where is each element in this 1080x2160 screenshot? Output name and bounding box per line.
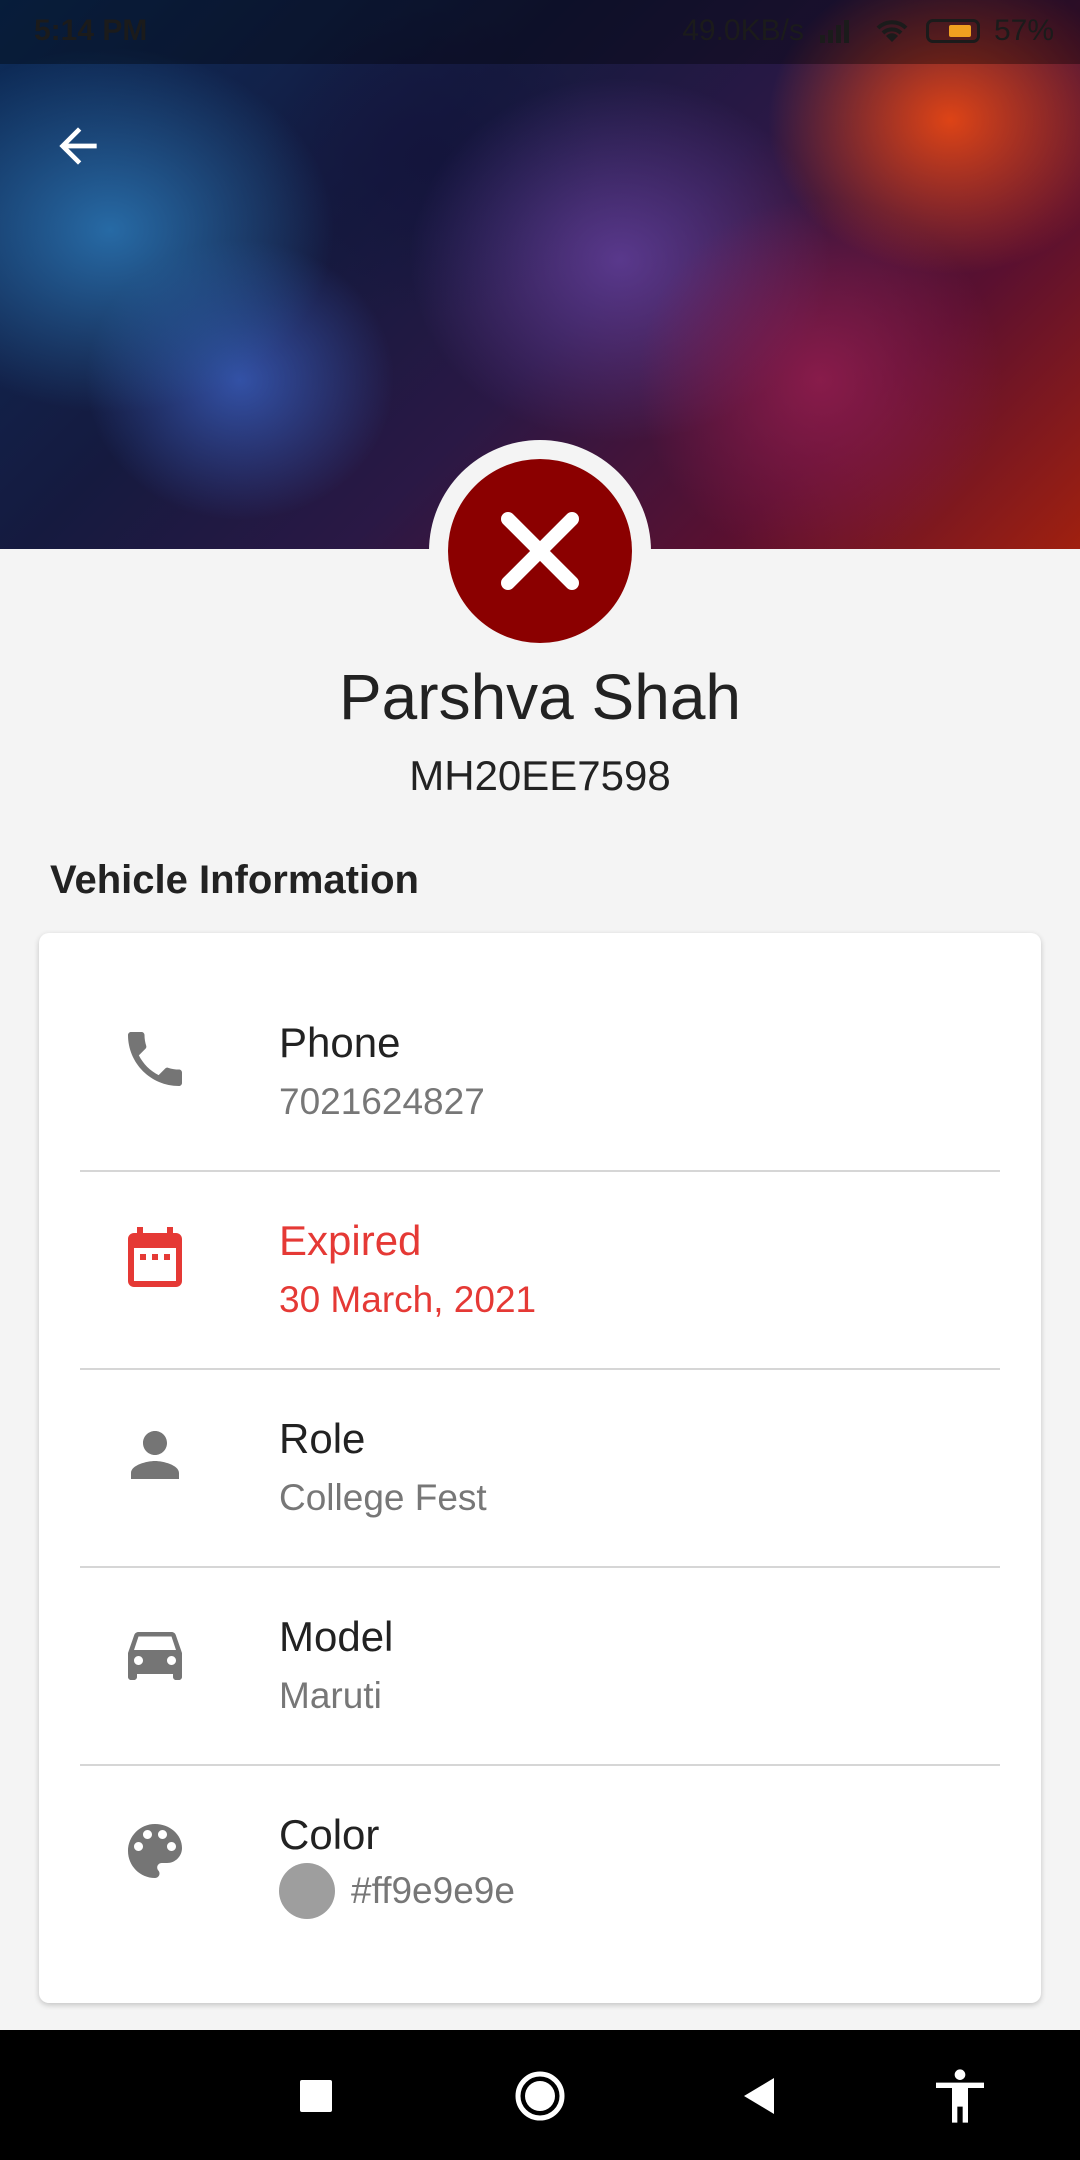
- accessibility-button[interactable]: [928, 2064, 992, 2128]
- info-row-color[interactable]: Color #ff9e9e9e: [39, 1725, 1041, 1923]
- battery-icon: [925, 19, 980, 43]
- model-value: Maruti: [279, 1675, 382, 1716]
- status-bar: 5:14 PM 49.0KB/s 57%: [0, 0, 1080, 64]
- accessibility-icon: [936, 2069, 984, 2123]
- wifi-icon: [876, 20, 908, 42]
- info-row-phone[interactable]: Phone 7021624827: [39, 933, 1041, 1131]
- home-circle-icon: [515, 2071, 565, 2121]
- role-value: College Fest: [279, 1477, 487, 1518]
- section-title: Vehicle Information: [50, 858, 419, 902]
- phone-icon: [128, 1032, 182, 1086]
- recents-button[interactable]: [284, 2064, 348, 2128]
- vehicle-info-card: Phone 7021624827 Expired 30 March, 2021 …: [39, 933, 1041, 2003]
- info-row-model[interactable]: Model Maruti: [39, 1527, 1041, 1725]
- back-triangle-icon: [744, 2078, 774, 2114]
- back-button[interactable]: [50, 118, 106, 174]
- calendar-icon: [128, 1227, 182, 1287]
- color-value: #ff9e9e9e: [351, 1870, 515, 1911]
- expiry-value: 30 March, 2021: [279, 1279, 537, 1320]
- info-row-expiry[interactable]: Expired 30 March, 2021: [39, 1131, 1041, 1329]
- status-time: 5:14 PM: [34, 14, 148, 47]
- battery-percent: 57%: [993, 14, 1054, 47]
- vehicle-plate: MH20EE7598: [409, 752, 671, 799]
- color-value-wrap: #ff9e9e9e: [279, 1863, 515, 1919]
- model-label: Model: [279, 1613, 394, 1660]
- color-label: Color: [279, 1811, 380, 1858]
- phone-label: Phone: [279, 1019, 401, 1066]
- phone-value: 7021624827: [279, 1081, 485, 1122]
- profile-name: Parshva Shah: [338, 661, 742, 733]
- car-icon: [128, 1632, 182, 1680]
- person-icon: [131, 1431, 179, 1479]
- recents-square-icon: [300, 2080, 332, 2112]
- arrow-back-icon: [59, 127, 97, 165]
- home-button[interactable]: [508, 2064, 572, 2128]
- status-icons: 49.0KB/s 57%: [682, 14, 1054, 48]
- palette-icon: [128, 1824, 182, 1878]
- status-avatar: [448, 459, 632, 643]
- signal-icon: [819, 20, 849, 43]
- close-icon: [501, 512, 579, 590]
- system-nav-bar: [0, 2030, 1080, 2160]
- info-row-role[interactable]: Role College Fest: [39, 1329, 1041, 1527]
- expiry-label: Expired: [279, 1217, 422, 1264]
- network-speed: 49.0KB/s: [682, 14, 804, 47]
- back-nav-button[interactable]: [728, 2064, 792, 2128]
- color-swatch: [279, 1863, 335, 1919]
- role-label: Role: [279, 1415, 366, 1462]
